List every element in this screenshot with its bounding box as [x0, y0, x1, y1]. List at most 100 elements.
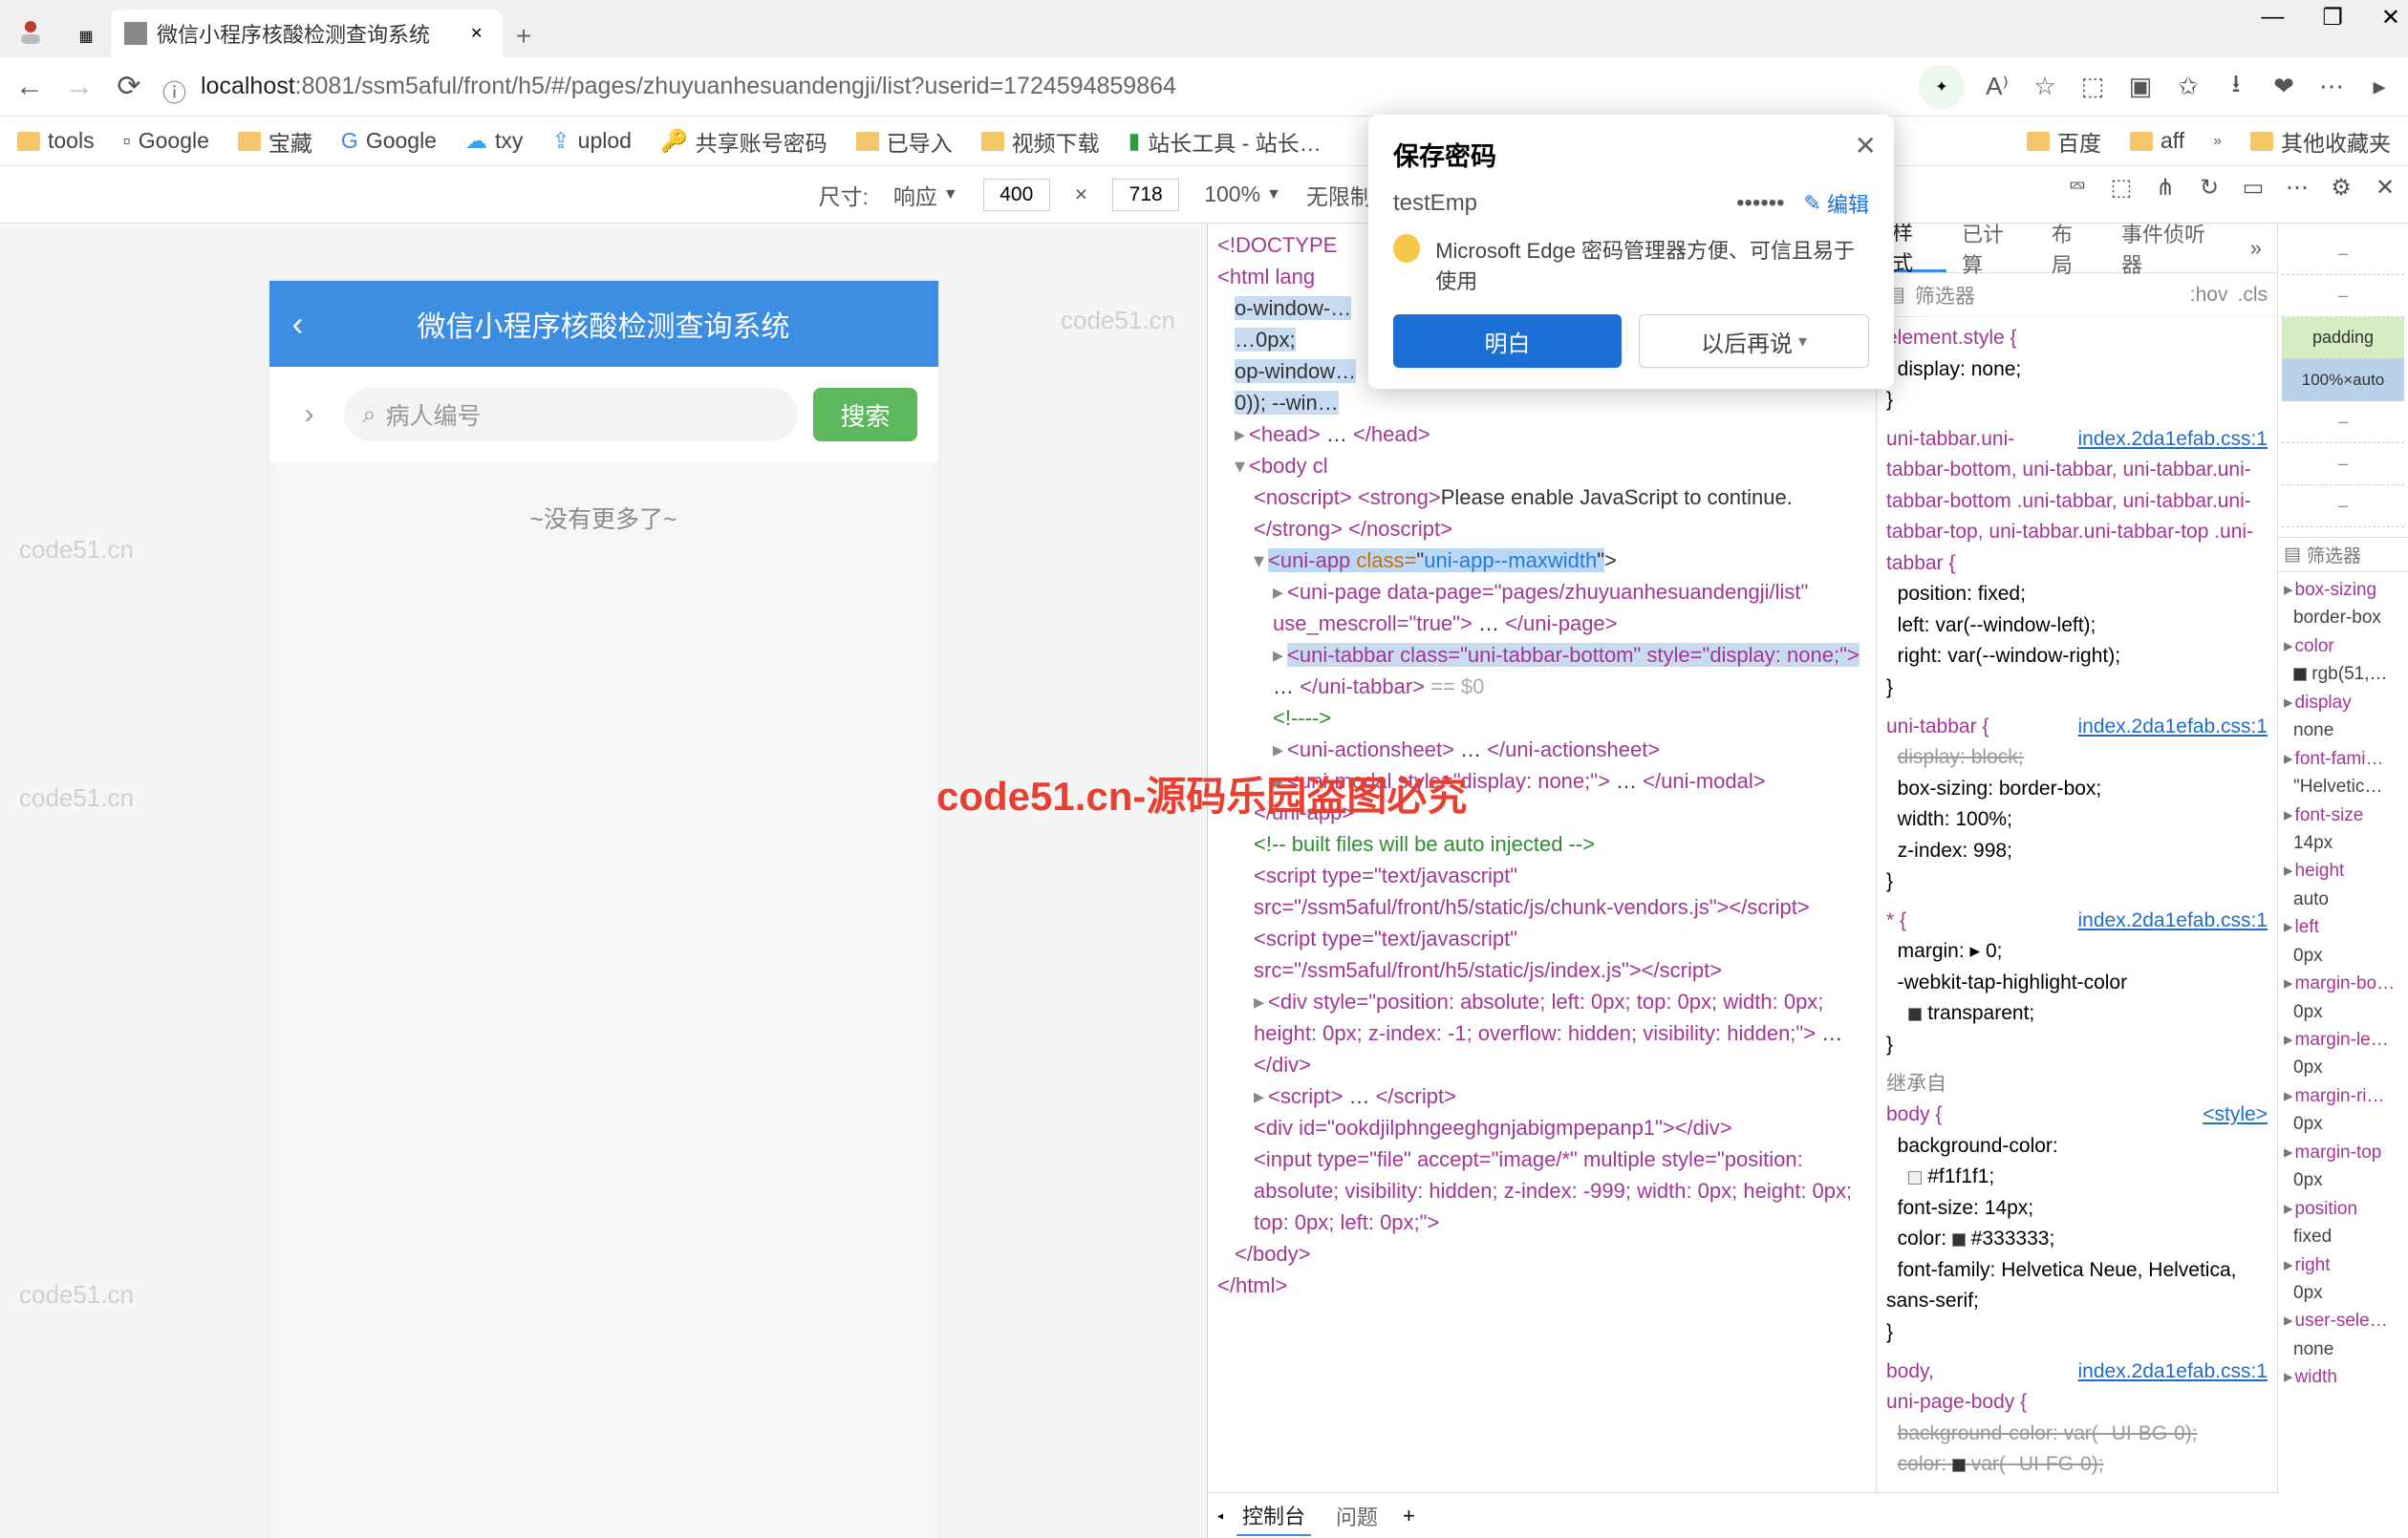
folder-icon	[856, 132, 879, 151]
bookmarks-bar: tools ▫Google 宝藏 GGoogle ☁txy ⇪uplod 🔑共享…	[0, 117, 2408, 166]
devtools-settings-icon[interactable]: ⚙	[2326, 172, 2356, 203]
width-input[interactable]	[983, 179, 1050, 211]
back-button[interactable]: ‹	[292, 304, 304, 344]
later-button[interactable]: 以后再说▾	[1639, 314, 1869, 368]
bookmark-item[interactable]: 百度	[2027, 125, 2101, 158]
read-aloud-icon[interactable]: A⁾	[1982, 72, 2012, 102]
window-maximize-button[interactable]: ❐	[2322, 4, 2343, 32]
tab-more-icon[interactable]: »	[2235, 224, 2277, 272]
window-minimize-button[interactable]: —	[2261, 4, 2284, 32]
search-button[interactable]: 搜索	[813, 388, 916, 441]
devtools-inspect-icon[interactable]: ⮹	[2062, 172, 2093, 203]
edit-button[interactable]: ✎编辑	[1804, 188, 1869, 219]
bookmark-item[interactable]: 视频下载	[981, 125, 1100, 158]
app-header: ‹ 微信小程序核酸检测查询系统	[269, 281, 938, 367]
tab-console[interactable]: 控制台	[1236, 1496, 1311, 1536]
upload-icon: ⇪	[551, 128, 570, 154]
favorite-icon[interactable]: ☆	[2030, 72, 2060, 102]
search-bar: › ⌕ 病人编号 搜索	[269, 367, 938, 462]
bookmark-item[interactable]: tools	[17, 128, 95, 154]
bookmark-item[interactable]: aff	[2130, 128, 2184, 154]
search-placeholder: 病人编号	[386, 397, 482, 432]
window-close-button[interactable]: ✕	[2381, 4, 2400, 32]
tab-issues[interactable]: 问题	[1330, 1497, 1384, 1535]
collections-icon[interactable]: ▣	[2125, 72, 2156, 102]
bookmark-item[interactable]: 已导入	[856, 125, 953, 158]
styles-filter-input[interactable]: 筛选器	[1915, 281, 1975, 310]
search-input[interactable]: ⌕ 病人编号	[344, 388, 799, 441]
tab-computed[interactable]: 已计算	[1946, 224, 2036, 272]
profile-icon[interactable]	[11, 11, 50, 50]
new-tab-button[interactable]: +	[503, 15, 545, 57]
bookmark-item[interactable]: ▫Google	[123, 128, 209, 154]
tab-events[interactable]: 事件侦听器	[2106, 224, 2235, 272]
computed-filter-input[interactable]: 筛选器	[2307, 542, 2361, 567]
box-model[interactable]: – – padding 100%×auto – – –	[2278, 224, 2408, 537]
favorites-bar-icon[interactable]: ✩	[2173, 72, 2204, 102]
address-bar: ← → ⟳ ⓘ localhost:8081/ssm5aful/front/h5…	[0, 57, 2408, 117]
bookmarks-overflow-icon[interactable]: »	[2213, 133, 2222, 150]
folder-icon	[2130, 132, 2153, 151]
expand-icon[interactable]: ▸	[1970, 940, 1981, 962]
computed-panel: – – padding 100%×auto – – – ▤ 筛选器 ▸box-s…	[2278, 224, 2408, 1538]
computed-properties[interactable]: ▸box-sizingborder-box▸color rgb(51,…▸dis…	[2278, 572, 2408, 1396]
site-icon: ▫	[123, 128, 131, 154]
cls-toggle[interactable]: .cls	[2238, 284, 2268, 307]
chevron-right-icon[interactable]: ›	[290, 388, 329, 441]
dim-label: 尺寸:	[819, 179, 869, 211]
password-icon: 🔑	[660, 128, 688, 154]
popup-close-button[interactable]: ✕	[1855, 130, 1877, 161]
site-info-icon[interactable]: ⓘ	[162, 75, 187, 99]
popup-info-text: Microsoft Edge 密码管理器方便、可信且易于使用	[1435, 234, 1869, 295]
browser-tab[interactable]: 微信小程序核酸检测查询系统 ✕	[111, 10, 503, 57]
device-preview: ‹ 微信小程序核酸检测查询系统 › ⌕ 病人编号 搜索 ~没有更多了~	[0, 224, 1207, 1538]
nav-back-button[interactable]: ←	[13, 71, 46, 103]
tool-icon: ▮	[1129, 128, 1141, 154]
app-title: 微信小程序核酸检测查询系统	[418, 303, 790, 345]
devtools-rotate-icon[interactable]: ↻	[2194, 172, 2225, 203]
bookmark-item[interactable]: GGoogle	[341, 128, 437, 154]
devtools-wifi-icon[interactable]: ⋔	[2150, 172, 2181, 203]
nav-refresh-button[interactable]: ⟳	[113, 71, 145, 103]
styles-tabs: 样式 已计算 布局 事件侦听器 »	[1877, 224, 2277, 273]
zoom-dropdown[interactable]: 100%▼	[1204, 182, 1281, 207]
downloads-icon[interactable]: ⭳	[2221, 72, 2251, 102]
bookmark-item[interactable]: 其他收藏夹	[2250, 125, 2391, 158]
tab-close-icon[interactable]: ✕	[470, 24, 489, 43]
folder-icon	[17, 132, 40, 151]
url-field[interactable]: ⓘ localhost:8081/ssm5aful/front/h5/#/pag…	[162, 73, 1902, 100]
google-icon: G	[341, 128, 358, 154]
styles-rules[interactable]: element.style { display: none;} index.2d…	[1877, 317, 2277, 1538]
height-input[interactable]	[1112, 179, 1179, 211]
elements-panel: <!DOCTYPE <html lang o-window-… …0px; op…	[1208, 224, 1877, 1538]
hov-toggle[interactable]: :hov	[2190, 284, 2228, 307]
devtools-close-icon[interactable]: ✕	[2370, 172, 2400, 203]
bookmark-item[interactable]: ☁txy	[465, 128, 523, 154]
save-password-popup: ✕ 保存密码 testEmp •••••• ✎编辑 Microsoft Edge…	[1368, 115, 1894, 389]
devtools-3d-icon[interactable]: ⬚	[2106, 172, 2137, 203]
add-tab-icon[interactable]: +	[1403, 1504, 1415, 1528]
bookmark-item[interactable]: ▮站长工具 - 站长…	[1129, 125, 1322, 158]
bookmark-item[interactable]: ⇪uplod	[551, 128, 632, 154]
responsive-dropdown[interactable]: 响应▼	[893, 179, 958, 211]
devtools-toggle-icon[interactable]: ▸	[2364, 72, 2395, 102]
search-icon: ⌕	[363, 401, 376, 429]
more-icon[interactable]: ⋯	[2316, 72, 2347, 102]
ok-button[interactable]: 明白	[1393, 314, 1622, 368]
tab-layout[interactable]: 布局	[2036, 224, 2106, 272]
username-value: testEmp	[1393, 190, 1477, 217]
browser-titlebar: ▦ 微信小程序核酸检测查询系统 ✕ + — ❐ ✕	[0, 0, 2408, 57]
url-path: :8081/ssm5aful/front/h5/#/pages/zhuyuanh…	[295, 73, 1176, 99]
extension-icon[interactable]: ⬚	[2077, 72, 2108, 102]
bookmark-item[interactable]: 宝藏	[238, 125, 312, 158]
nav-forward-button[interactable]: →	[63, 71, 96, 103]
bookmark-item[interactable]: 🔑共享账号密码	[660, 125, 828, 158]
devtools-more-icon[interactable]: ⋯	[2282, 172, 2312, 203]
dom-tree[interactable]: <!DOCTYPE <html lang o-window-… …0px; op…	[1208, 224, 1876, 1492]
password-masked: ••••••	[1736, 190, 1784, 217]
devtools-dock-icon[interactable]: ▭	[2238, 172, 2268, 203]
workspaces-icon[interactable]: ▦	[65, 15, 107, 57]
folder-icon	[2250, 132, 2273, 151]
performance-icon[interactable]: ❤	[2268, 72, 2299, 102]
llm-button[interactable]: ✦	[1919, 64, 1965, 110]
